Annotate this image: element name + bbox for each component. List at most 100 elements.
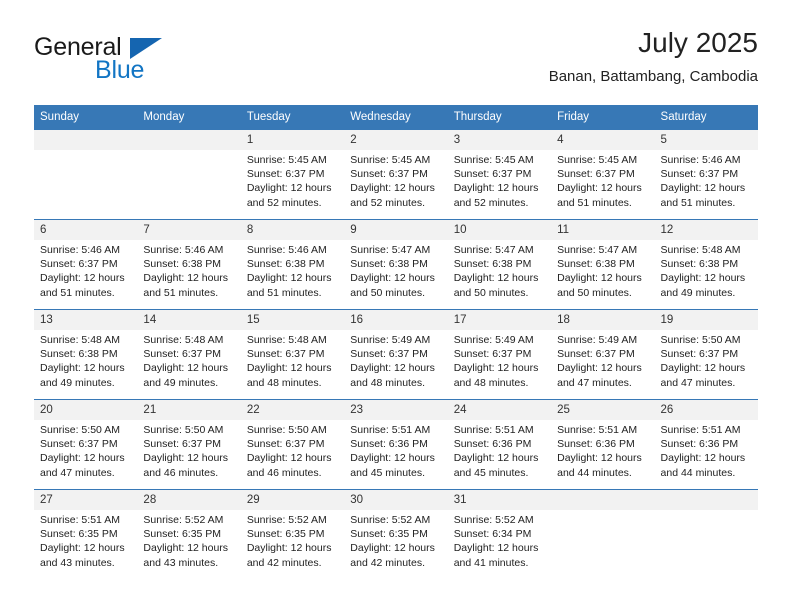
calendar-day-cell[interactable]: 27 Sunrise: 5:51 AM Sunset: 6:35 PM Dayligh… [34,489,138,580]
calendar-day-cell[interactable]: 28 Sunrise: 5:52 AM Sunset: 6:35 PM Dayligh… [137,489,241,580]
day-sun-info: Sunrise: 5:46 AM Sunset: 6:38 PM Daylight:… [241,240,344,300]
calendar-day-cell[interactable]: 16 Sunrise: 5:49 AM Sunset: 6:37 PM Dayligh… [344,309,448,400]
daylight-text-line2: and 50 minutes. [350,286,425,299]
daylight-text-line2: and 50 minutes. [453,286,529,299]
calendar-day-cell[interactable]: 14 Sunrise: 5:48 AM Sunset: 6:37 PM Dayligh… [137,309,241,400]
calendar-day-cell[interactable]: 18 Sunrise: 5:49 AM Sunset: 6:37 PM Dayligh… [551,309,655,400]
sunset-text: Sunset: 6:38 PM [246,258,325,271]
logo-text-blue: Blue [95,56,145,84]
calendar-day-cell[interactable]: 23 Sunrise: 5:51 AM Sunset: 6:36 PM Dayligh… [344,399,448,490]
sunrise-text: Sunrise: 5:50 AM [143,424,224,436]
calendar-day-cell[interactable]: 24 Sunrise: 5:51 AM Sunset: 6:36 PM Dayligh… [447,399,552,490]
daylight-text-line2: and 46 minutes. [143,466,219,479]
weekday-header-monday: Monday [137,105,241,130]
calendar-day-cell[interactable]: 9 Sunrise: 5:47 AM Sunset: 6:38 PM Daylight… [344,219,448,310]
sunrise-text: Sunrise: 5:52 AM [246,514,327,526]
page-subtitle: Banan, Battambang, Cambodia [548,68,758,85]
daylight-text-line2: and 51 minutes. [557,196,632,209]
day-sun-info: Sunrise: 5:46 AM Sunset: 6:38 PM Daylight:… [137,240,240,300]
day-sun-info: Sunrise: 5:49 AM Sunset: 6:37 PM Daylight:… [448,330,551,390]
calendar-cell-empty [137,129,241,220]
daylight-text-line1: Daylight: 12 hours [350,542,435,555]
daylight-text-line2: and 48 minutes. [453,376,529,389]
sunrise-text: Sunrise: 5:47 AM [557,244,638,256]
calendar-week-row: 1 Sunrise: 5:45 AM Sunset: 6:37 PM Daylight… [34,129,758,220]
sunset-text: Sunset: 6:37 PM [660,168,739,181]
sunset-text: Sunset: 6:38 PM [557,258,635,271]
page-header: General Blue July 2025 Banan, Battambang… [34,26,758,98]
day-number: 5 [654,130,758,150]
daylight-text-line2: and 45 minutes. [453,466,529,479]
calendar-day-cell[interactable]: 5 Sunrise: 5:46 AM Sunset: 6:37 PM Daylight… [654,129,758,220]
day-number: 6 [34,220,138,240]
general-blue-logo[interactable]: General Blue [34,34,234,90]
calendar-day-cell[interactable]: 12 Sunrise: 5:48 AM Sunset: 6:38 PM Dayligh… [654,219,758,310]
daylight-text-line2: and 48 minutes. [350,376,425,389]
day-number [654,490,758,510]
calendar-day-cell[interactable]: 20 Sunrise: 5:50 AM Sunset: 6:37 PM Dayligh… [34,399,138,490]
sunrise-text: Sunrise: 5:52 AM [453,514,534,526]
day-sun-info: Sunrise: 5:48 AM Sunset: 6:37 PM Daylight:… [137,330,240,390]
calendar-day-cell[interactable]: 21 Sunrise: 5:50 AM Sunset: 6:37 PM Dayligh… [137,399,241,490]
calendar-day-cell[interactable]: 7 Sunrise: 5:46 AM Sunset: 6:38 PM Daylight… [137,219,241,310]
calendar-day-cell[interactable]: 11 Sunrise: 5:47 AM Sunset: 6:38 PM Dayligh… [551,219,655,310]
calendar-day-cell[interactable]: 2 Sunrise: 5:45 AM Sunset: 6:37 PM Daylight… [344,129,448,220]
day-number: 17 [447,310,552,330]
calendar-day-cell[interactable]: 13 Sunrise: 5:48 AM Sunset: 6:38 PM Dayligh… [34,309,138,400]
calendar-day-cell[interactable]: 25 Sunrise: 5:51 AM Sunset: 6:36 PM Dayligh… [551,399,655,490]
calendar-page: General Blue July 2025 Banan, Battambang… [0,0,792,612]
daylight-text-line1: Daylight: 12 hours [557,452,642,465]
day-number: 31 [447,490,552,510]
day-sun-info: Sunrise: 5:47 AM Sunset: 6:38 PM Daylight:… [448,240,551,300]
day-sun-info: Sunrise: 5:50 AM Sunset: 6:37 PM Daylight:… [137,420,240,480]
daylight-text-line1: Daylight: 12 hours [453,542,539,555]
calendar-day-cell[interactable]: 19 Sunrise: 5:50 AM Sunset: 6:37 PM Dayligh… [654,309,758,400]
calendar-day-cell[interactable]: 8 Sunrise: 5:46 AM Sunset: 6:38 PM Daylight… [240,219,345,310]
day-sun-info: Sunrise: 5:52 AM Sunset: 6:35 PM Daylight:… [344,510,447,570]
calendar-day-cell[interactable]: 1 Sunrise: 5:45 AM Sunset: 6:37 PM Daylight… [240,129,345,220]
daylight-text-line2: and 45 minutes. [350,466,425,479]
daylight-text-line2: and 42 minutes. [350,556,425,569]
sunrise-text: Sunrise: 5:46 AM [660,154,741,166]
daylight-text-line1: Daylight: 12 hours [246,182,332,195]
calendar-day-cell[interactable]: 31 Sunrise: 5:52 AM Sunset: 6:34 PM Dayligh… [447,489,552,580]
day-number: 8 [240,220,345,240]
sunset-text: Sunset: 6:37 PM [143,348,222,361]
title-block: July 2025 Banan, Battambang, Cambodia [549,26,758,88]
sunset-text: Sunset: 6:38 PM [143,258,222,271]
daylight-text-line1: Daylight: 12 hours [557,272,642,285]
daylight-text-line1: Daylight: 12 hours [246,272,332,285]
day-number: 3 [447,130,552,150]
calendar-day-cell[interactable]: 4 Sunrise: 5:45 AM Sunset: 6:37 PM Daylight… [551,129,655,220]
daylight-text-line2: and 47 minutes. [557,376,632,389]
day-sun-info: Sunrise: 5:49 AM Sunset: 6:37 PM Daylight:… [344,330,447,390]
weekday-header-row: Sunday Monday Tuesday Wednesday Thursday… [34,105,758,130]
day-number: 14 [137,310,241,330]
sunrise-text: Sunrise: 5:49 AM [557,334,638,346]
day-sun-info: Sunrise: 5:46 AM Sunset: 6:37 PM Daylight:… [655,150,758,210]
daylight-text-line1: Daylight: 12 hours [660,272,746,285]
calendar-day-cell[interactable]: 6 Sunrise: 5:46 AM Sunset: 6:37 PM Daylight… [34,219,138,310]
daylight-text-line2: and 51 minutes. [246,286,322,299]
day-number: 4 [551,130,655,150]
day-sun-info: Sunrise: 5:51 AM Sunset: 6:36 PM Daylight:… [344,420,447,480]
day-number: 19 [654,310,758,330]
daylight-text-line1: Daylight: 12 hours [453,272,539,285]
day-number: 16 [344,310,448,330]
day-number: 2 [344,130,448,150]
calendar-day-cell[interactable]: 26 Sunrise: 5:51 AM Sunset: 6:36 PM Dayligh… [654,399,758,490]
calendar-day-cell[interactable]: 30 Sunrise: 5:52 AM Sunset: 6:35 PM Dayligh… [344,489,448,580]
day-number: 7 [137,220,241,240]
sunrise-text: Sunrise: 5:45 AM [557,154,638,166]
daylight-text-line2: and 41 minutes. [453,556,529,569]
sunrise-text: Sunrise: 5:51 AM [660,424,741,436]
calendar-day-cell[interactable]: 15 Sunrise: 5:48 AM Sunset: 6:37 PM Dayligh… [240,309,345,400]
calendar-day-cell[interactable]: 10 Sunrise: 5:47 AM Sunset: 6:38 PM Dayligh… [447,219,552,310]
calendar-day-cell[interactable]: 22 Sunrise: 5:50 AM Sunset: 6:37 PM Dayligh… [240,399,345,490]
daylight-text-line2: and 52 minutes. [246,196,322,209]
calendar-day-cell[interactable]: 17 Sunrise: 5:49 AM Sunset: 6:37 PM Dayligh… [447,309,552,400]
daylight-text-line2: and 51 minutes. [143,286,219,299]
calendar-day-cell[interactable]: 29 Sunrise: 5:52 AM Sunset: 6:35 PM Dayligh… [240,489,345,580]
calendar-day-cell[interactable]: 3 Sunrise: 5:45 AM Sunset: 6:37 PM Daylight… [447,129,552,220]
day-sun-info: Sunrise: 5:52 AM Sunset: 6:34 PM Daylight:… [448,510,551,570]
